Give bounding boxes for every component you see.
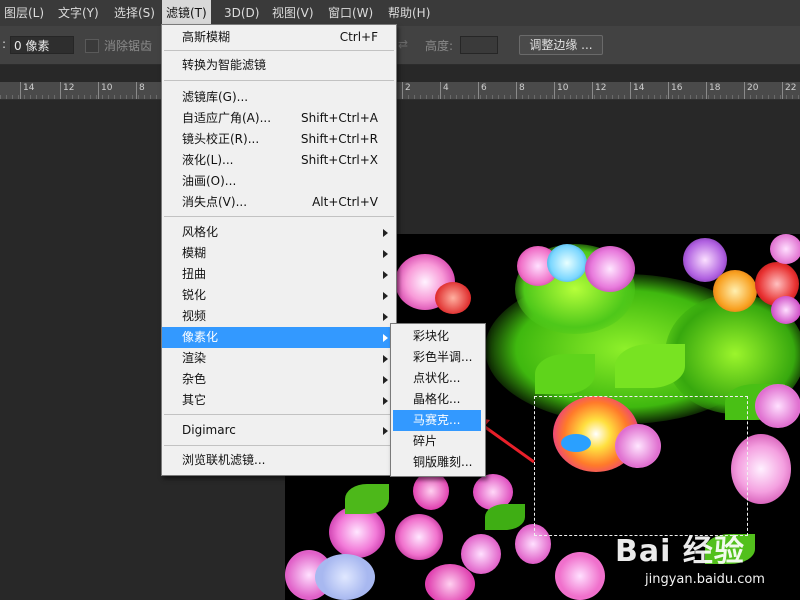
menu-item-filter-gallery[interactable]: 滤镜库(G)... [162,87,396,108]
antialias-label: 消除锯齿 [104,39,153,53]
menubar: 图层(L) 文字(Y) 选择(S) 滤镜(T) 3D(D) 视图(V) 窗口(W… [0,0,800,26]
ruler-label: 4 [443,83,449,93]
flower-shape [435,282,471,314]
leaf-shape [345,484,389,514]
marquee-selection[interactable] [534,396,748,536]
submenu-arrow-icon [383,292,388,300]
refine-edge-button[interactable]: 调整边缘 ... [519,35,603,55]
menu-3d[interactable]: 3D(D) [220,0,263,26]
ruler-label: 14 [23,83,35,93]
height-label: 高度: [425,39,454,53]
menu-item-browse-filters-online[interactable]: 浏览联机滤镜... [162,450,396,471]
menu-type[interactable]: 文字(Y) [54,0,103,26]
menu-filter[interactable]: 滤镜(T) [162,0,211,26]
submenu-arrow-icon [383,271,388,279]
submenu-item-mezzotint[interactable]: 铜版雕刻... [391,452,485,473]
menu-item-pixelate[interactable]: 像素化 [162,327,396,348]
flower-shape [461,534,501,574]
menu-item-vanishing-point[interactable]: 消失点(V)... Alt+Ctrl+V [162,192,396,213]
submenu-arrow-icon [383,427,388,435]
pixelate-submenu: 彩块化 彩色半调... 点状化... 晶格化... 马赛克... 碎片 铜版雕刻… [390,323,486,477]
submenu-arrow-icon [383,397,388,405]
menu-window[interactable]: 窗口(W) [324,0,377,26]
feather-prefix: : [2,37,7,51]
menu-select[interactable]: 选择(S) [110,0,159,26]
options-bar: : 0 像素 消除锯齿 ⇄ 高度: 调整边缘 ... [0,26,800,65]
menu-help[interactable]: 帮助(H) [384,0,434,26]
watermark-url: jingyan.baidu.com [645,572,765,587]
flower-shape [395,514,443,560]
menu-item-other[interactable]: 其它 [162,390,396,411]
menu-item-liquify[interactable]: 液化(L)... Shift+Ctrl+X [162,150,396,171]
flower-shape [315,554,375,600]
ruler-label: 18 [709,83,721,93]
menu-item-convert-smart-filter[interactable]: 转换为智能滤镜 [162,55,396,76]
filter-menu-dropdown: 高斯模糊 Ctrl+F 转换为智能滤镜 滤镜库(G)... 自适应广角(A)...… [161,24,397,476]
flower-shape [547,244,587,282]
watermark-logo-text: Bai 经验 [615,534,745,569]
menu-item-gaussian-blur[interactable]: 高斯模糊 Ctrl+F [162,27,396,48]
swap-icon: ⇄ [398,37,409,51]
ruler-label: 2 [405,83,411,93]
submenu-item-pointillize[interactable]: 点状化... [391,368,485,389]
ruler-label: 8 [519,83,525,93]
menu-item-lens-correction[interactable]: 镜头校正(R)... Shift+Ctrl+R [162,129,396,150]
menu-item-adaptive-wide-angle[interactable]: 自适应广角(A)... Shift+Ctrl+A [162,108,396,129]
menu-item-stylize[interactable]: 风格化 [162,222,396,243]
menu-view[interactable]: 视图(V) [268,0,318,26]
ruler-label: 16 [671,83,683,93]
menu-separator [164,445,394,446]
flower-shape [413,472,449,510]
ruler-label: 10 [101,83,113,93]
menu-separator [164,80,394,81]
ruler-label: 8 [139,83,145,93]
flower-shape [770,234,800,264]
ruler-label: 20 [747,83,759,93]
submenu-arrow-icon [383,376,388,384]
submenu-item-mosaic[interactable]: 马赛克... [393,410,481,431]
menu-item-oil-paint[interactable]: 油画(O)... [162,171,396,192]
height-input[interactable] [460,36,498,54]
antialias-checkbox[interactable] [85,39,99,53]
menu-item-render[interactable]: 渲染 [162,348,396,369]
menu-item-distort[interactable]: 扭曲 [162,264,396,285]
flower-shape [771,296,800,324]
leaf-shape [485,504,525,530]
feather-input[interactable]: 0 像素 [10,36,74,54]
submenu-item-facet[interactable]: 彩块化 [391,326,485,347]
menu-item-video[interactable]: 视频 [162,306,396,327]
flower-shape [755,384,800,428]
submenu-item-color-halftone[interactable]: 彩色半调... [391,347,485,368]
submenu-item-crystallize[interactable]: 晶格化... [391,389,485,410]
ruler-label: 12 [595,83,607,93]
ruler-label: 12 [63,83,75,93]
menu-separator [164,414,394,415]
submenu-arrow-icon [383,229,388,237]
menu-item-blur[interactable]: 模糊 [162,243,396,264]
menu-separator [164,50,394,51]
menu-item-noise[interactable]: 杂色 [162,369,396,390]
submenu-item-fragment[interactable]: 碎片 [391,431,485,452]
menu-item-sharpen[interactable]: 锐化 [162,285,396,306]
menu-separator [164,216,394,217]
ruler-label: 10 [557,83,569,93]
leaf-shape [535,354,595,394]
baidu-jingyan-watermark: Bai 经验 jingyan.baidu.com [603,526,800,600]
submenu-arrow-icon [383,355,388,363]
flower-shape [585,246,635,292]
leaf-shape [615,344,685,388]
submenu-arrow-icon [383,313,388,321]
submenu-arrow-icon [383,334,388,342]
ruler-label: 14 [633,83,645,93]
flower-shape [555,552,605,600]
ruler-label: 6 [481,83,487,93]
menu-layer[interactable]: 图层(L) [0,0,48,26]
ruler-label: 22 [785,83,797,93]
submenu-arrow-icon [383,250,388,258]
flower-shape [713,270,757,312]
horizontal-ruler: 14 12 10 8 2 4 6 8 10 12 14 16 18 20 22 [0,82,800,100]
menu-item-digimarc[interactable]: Digimarc [162,420,396,441]
